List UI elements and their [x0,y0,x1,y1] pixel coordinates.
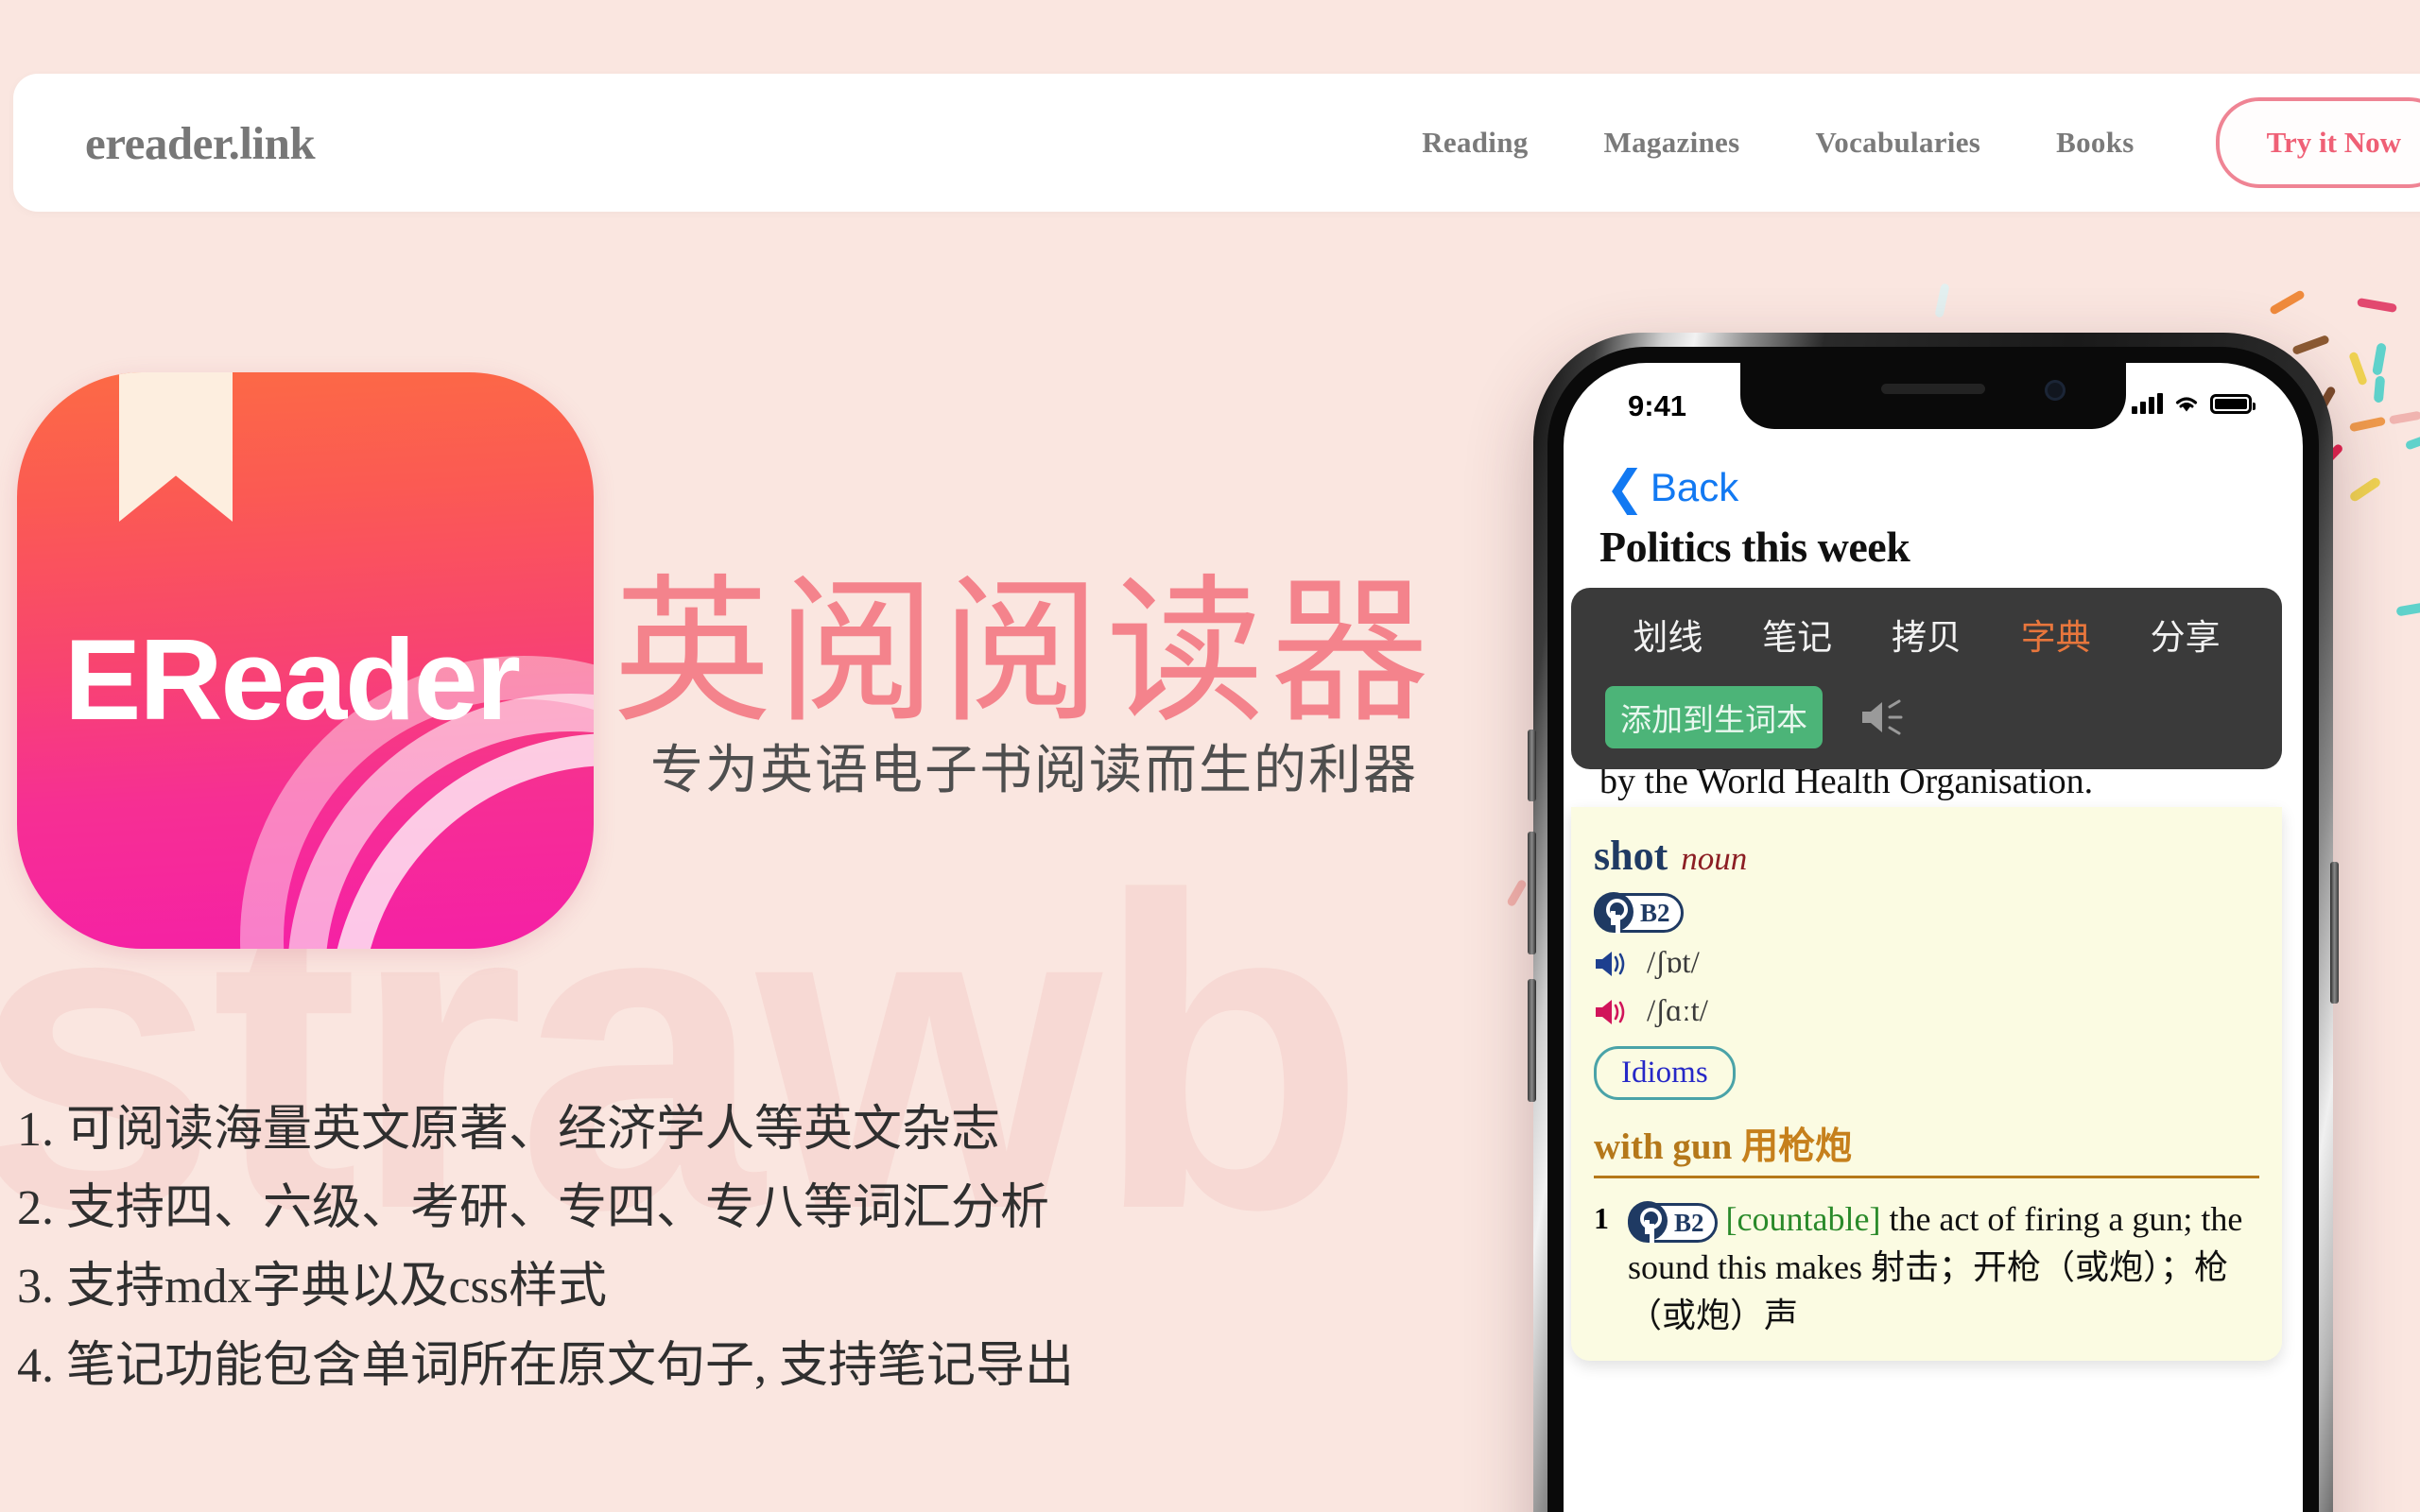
confetti-piece [2348,475,2382,504]
app-icon-wordmark: EReader [64,615,521,744]
selection-toolbar: 划线 笔记 拷贝 字典 分享 添加到生词本 [1571,588,2282,769]
phone-silent-switch[interactable] [1528,730,1536,801]
speaker-icon-uk[interactable] [1594,950,1632,978]
nav-item-books[interactable]: Books [2018,126,2171,160]
idioms-button[interactable]: Idioms [1594,1046,1736,1100]
dictionary-headword: shot [1594,833,1668,879]
confetti-piece [2373,375,2386,404]
toolbar-secondary-row: 添加到生词本 [1571,686,2282,748]
battery-icon [2210,394,2256,414]
page-subtitle: 专为英语电子书阅读而生的利器 [650,742,1418,800]
feature-item-3: 3. 支持mdx字典以及css样式 [17,1260,608,1314]
feature-item-1: 1. 可阅读海量英文原著、经济学人等英文杂志 [17,1103,1001,1157]
feature-item-4: 4. 笔记功能包含单词所在原文句子, 支持笔记导出 [17,1338,1075,1393]
toolbar-item-underline[interactable]: 划线 [1603,609,1733,660]
toolbar-item-share[interactable]: 分享 [2120,609,2250,660]
feature-item-2: 2. 支持四、六级、考研、专四、专八等词汇分析 [17,1181,1050,1236]
earpiece-speaker-icon [1881,384,1985,394]
confetti-piece [2348,351,2368,387]
definition-row: 1 B2 [countable] the act of firing a gun… [1594,1195,2259,1340]
toolbar-item-copy[interactable]: 拷贝 [1862,609,1992,660]
pronunciation-uk: /ʃɒt/ [1647,946,1700,980]
pronunciation-uk-row[interactable]: /ʃɒt/ [1594,946,2259,981]
definition-grammar-label: [countable] [1725,1200,1881,1238]
key-icon [1594,891,1634,932]
dictionary-panel: shot noun B2 /ʃɒt/ /ʃɑːt/ Idioms with gu… [1571,807,2282,1362]
back-button[interactable]: ❮ Back [1605,460,1739,514]
pronunciation-us-row[interactable]: /ʃɑːt/ [1594,994,2259,1029]
confetti-piece [2404,434,2420,451]
sense-heading: with gun 用枪炮 [1594,1117,2259,1178]
status-clock: 9:41 [1628,389,1687,422]
confetti-piece [2395,602,2420,617]
status-indicators [2132,393,2256,414]
toolbar-actions-row: 划线 笔记 拷贝 字典 分享 [1571,609,2282,660]
toolbar-item-dictionary[interactable]: 字典 [1991,609,2120,660]
bookmark-ribbon-icon [119,372,233,522]
definition-cefr-level: B2 [1674,1208,1704,1237]
back-button-label: Back [1650,465,1739,509]
phone-power-button[interactable] [2330,862,2339,1004]
site-header: ereader.link Reading Magazines Vocabular… [13,74,2420,212]
speaker-icon[interactable] [1858,698,1910,736]
try-it-now-button[interactable]: Try it Now [2215,97,2420,188]
chevron-left-icon: ❮ [1605,460,1645,514]
feature-list: 1. 可阅读海量英文原著、经济学人等英文杂志 2. 支持四、六级、考研、专四、专… [17,1091,1293,1405]
toolbar-item-note[interactable]: 笔记 [1733,609,1862,660]
phone-mockup: 9:41 ❮ Back Politics this week by the Wo… [1528,333,2339,1512]
definition-cefr-badge: B2 [1628,1201,1718,1243]
sense-heading-en: with gun [1594,1126,1733,1167]
confetti-piece [2348,416,2387,433]
phone-volume-down-button[interactable] [1528,979,1536,1102]
confetti-piece [1934,283,1950,318]
app-icon: EReader [17,372,594,949]
page-title: 英阅阅读器 [613,566,1435,742]
cefr-level: B2 [1640,898,1670,927]
main-navigation: Reading Magazines Vocabularies Books Try… [1384,97,2420,188]
dictionary-part-of-speech: noun [1681,840,1748,877]
confetti-piece [2388,410,2420,425]
cellular-signal-icon [2132,393,2163,414]
nav-item-reading[interactable]: Reading [1384,126,1565,160]
pronunciation-us: /ʃɑːt/ [1647,994,1708,1028]
nav-item-vocabularies[interactable]: Vocabularies [1777,126,2018,160]
front-camera-icon [2045,380,2066,401]
cefr-badge: B2 [1594,891,1684,933]
article-heading: Politics this week [1599,523,1910,571]
phone-volume-up-button[interactable] [1528,832,1536,954]
confetti-piece [2268,289,2307,316]
speaker-icon-us[interactable] [1594,998,1632,1026]
definition-text: B2 [countable] the act of firing a gun; … [1628,1195,2259,1340]
confetti-piece [1506,878,1528,908]
confetti-piece [2357,297,2397,314]
nav-item-magazines[interactable]: Magazines [1566,126,1778,160]
phone-screen: 9:41 ❮ Back Politics this week by the Wo… [1564,363,2303,1512]
add-to-vocabulary-button[interactable]: 添加到生词本 [1605,686,1823,748]
sense-heading-cn: 用枪炮 [1741,1126,1853,1167]
dictionary-cefr-row: B2 [1594,891,2259,933]
phone-notch [1740,363,2126,429]
dictionary-headword-row: shot noun [1594,832,2259,880]
key-icon [1628,1201,1668,1242]
site-logo[interactable]: ereader.link [85,116,316,170]
confetti-piece [2372,342,2387,376]
definition-number: 1 [1594,1201,1609,1235]
wifi-icon [2175,397,2198,412]
